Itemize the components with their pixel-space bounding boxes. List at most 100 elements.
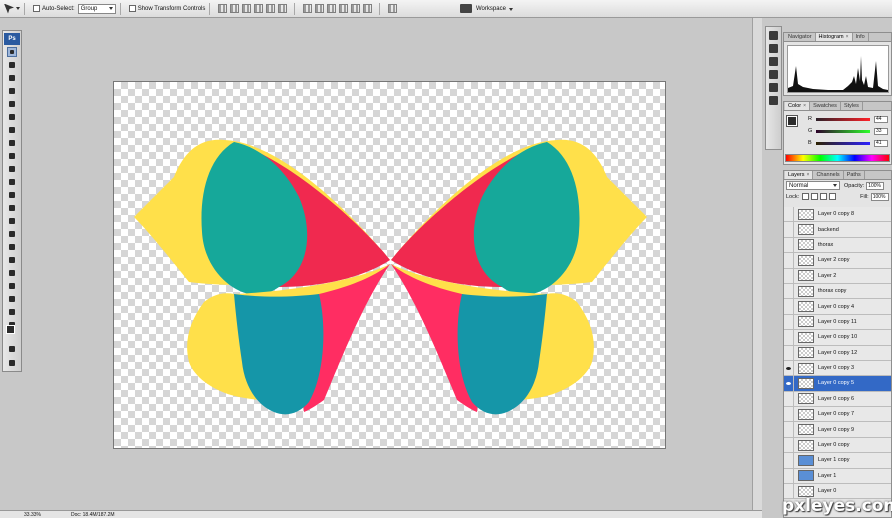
layer-row[interactable]: thorax copy	[784, 283, 891, 300]
auto-select-checkbox[interactable]	[33, 5, 40, 12]
tab-styles[interactable]: Styles	[841, 102, 863, 110]
pen-tool-icon[interactable]	[7, 229, 17, 239]
notes-tool-icon[interactable]	[7, 281, 17, 291]
document-canvas[interactable]	[113, 81, 666, 449]
quick-selection-tool-icon[interactable]	[7, 86, 17, 96]
character-icon[interactable]	[769, 83, 778, 92]
type-tool-icon[interactable]	[7, 242, 17, 252]
distribute-left-icon[interactable]	[339, 4, 349, 13]
distribute-hcenter-icon[interactable]	[351, 4, 361, 13]
canvas-vertical-divider[interactable]	[752, 18, 762, 510]
layer-row[interactable]: Layer 1	[784, 468, 891, 485]
move-tool-icon[interactable]	[7, 47, 17, 57]
align-top-icon[interactable]	[218, 4, 228, 13]
visibility-eye-icon[interactable]	[784, 222, 794, 237]
tools-preset-icon[interactable]	[769, 31, 778, 40]
lock-all-icon[interactable]	[829, 193, 837, 200]
visibility-eye-icon[interactable]	[784, 422, 794, 437]
color-spectrum-bar[interactable]	[785, 154, 890, 162]
gradient-tool-icon[interactable]	[7, 190, 17, 200]
layer-row[interactable]: Layer 0 copy	[784, 437, 891, 454]
visibility-eye-icon[interactable]	[784, 468, 794, 484]
tab-layers[interactable]: Layers ×	[785, 171, 814, 179]
layer-row[interactable]: Layer 0 copy 4	[784, 299, 891, 315]
dodge-tool-icon[interactable]	[7, 216, 17, 226]
clone-source-icon[interactable]	[769, 57, 778, 66]
visibility-eye-icon[interactable]	[784, 253, 794, 268]
lock-position-icon[interactable]	[820, 193, 828, 200]
layer-row[interactable]: Layer 0 copy 10	[784, 330, 891, 346]
red-slider[interactable]	[816, 117, 870, 121]
tab-color[interactable]: Color ×	[785, 102, 811, 110]
tab-navigator[interactable]: Navigator	[785, 33, 816, 41]
visibility-eye-icon[interactable]	[784, 237, 794, 253]
foreground-color-swatch[interactable]	[6, 325, 15, 334]
layer-row[interactable]: Layer 0 copy 9	[784, 422, 891, 438]
layer-row[interactable]: Layer 2 copy	[784, 253, 891, 269]
clone-stamp-icon[interactable]	[7, 151, 17, 161]
visibility-eye-icon[interactable]	[784, 283, 794, 299]
distribute-vcenter-icon[interactable]	[315, 4, 325, 13]
path-selection-icon[interactable]	[7, 255, 17, 265]
layer-row[interactable]: Layer 0 copy 7	[784, 407, 891, 423]
paragraph-icon[interactable]	[769, 96, 778, 105]
layer-row[interactable]: backend	[784, 222, 891, 238]
visibility-eye-icon[interactable]	[784, 299, 794, 314]
visibility-eye-icon[interactable]	[784, 360, 794, 376]
tab-swatches[interactable]: Swatches	[810, 102, 841, 110]
align-left-icon[interactable]	[254, 4, 264, 13]
auto-align-icon[interactable]	[388, 4, 398, 13]
close-icon[interactable]: ×	[803, 103, 806, 109]
visibility-eye-icon[interactable]	[784, 345, 794, 360]
tab-paths[interactable]: Paths	[844, 171, 865, 179]
tab-histogram[interactable]: Histogram ×	[815, 33, 853, 41]
layer-row[interactable]: Layer 0 copy 8	[784, 207, 891, 223]
blue-slider[interactable]	[816, 141, 870, 145]
opacity-input[interactable]: 100%	[866, 181, 885, 190]
photoshop-logo[interactable]: Ps	[4, 33, 20, 45]
lock-transparency-icon[interactable]	[802, 193, 810, 200]
fill-input[interactable]: 100%	[870, 192, 889, 201]
visibility-eye-icon[interactable]	[784, 268, 794, 283]
marquee-tool-icon[interactable]	[7, 60, 17, 70]
history-icon[interactable]	[769, 70, 778, 79]
align-right-icon[interactable]	[278, 4, 288, 13]
distribute-right-icon[interactable]	[363, 4, 373, 13]
blur-tool-icon[interactable]	[7, 203, 17, 213]
visibility-eye-icon[interactable]	[784, 376, 794, 391]
visibility-eye-icon[interactable]	[784, 453, 794, 468]
layer-row[interactable]: Layer 0 copy 12	[784, 345, 891, 361]
color-foreground-swatch[interactable]	[786, 115, 798, 127]
shape-tool-icon[interactable]	[7, 268, 17, 278]
lock-image-icon[interactable]	[811, 193, 819, 200]
eraser-tool-icon[interactable]	[7, 177, 17, 187]
align-vcenter-icon[interactable]	[230, 4, 240, 13]
history-brush-icon[interactable]	[7, 164, 17, 174]
tab-channels[interactable]: Channels	[813, 171, 844, 179]
auto-select-control[interactable]: Auto-Select: Group	[33, 2, 116, 16]
screen-mode-icon[interactable]	[7, 358, 17, 368]
doc-info[interactable]: Doc: 18.4M/187.2M	[71, 512, 115, 518]
green-value-input[interactable]: 33	[874, 127, 888, 135]
layer-row[interactable]: Layer 0 copy 3	[784, 360, 891, 377]
slice-tool-icon[interactable]	[7, 112, 17, 122]
visibility-eye-icon[interactable]	[784, 207, 794, 222]
healing-brush-icon[interactable]	[7, 125, 17, 135]
layer-row[interactable]: thorax	[784, 237, 891, 254]
move-tool-preset[interactable]	[4, 2, 20, 16]
workspace-button[interactable]: Workspace	[476, 3, 513, 15]
visibility-eye-icon[interactable]	[784, 314, 794, 330]
hand-tool-icon[interactable]	[7, 307, 17, 317]
transform-checkbox[interactable]	[128, 5, 136, 12]
blend-mode-dropdown[interactable]: Normal	[786, 181, 840, 190]
crop-tool-icon[interactable]	[7, 99, 17, 109]
distribute-bottom-icon[interactable]	[327, 4, 337, 13]
align-bottom-icon[interactable]	[242, 4, 252, 13]
layer-row[interactable]: Layer 0 copy 5	[784, 376, 891, 392]
zoom-level[interactable]: 33.33%	[24, 512, 41, 518]
visibility-eye-icon[interactable]	[784, 407, 794, 422]
layer-row[interactable]: Layer 0 copy 6	[784, 391, 891, 408]
transform-controls[interactable]: Show Transform Controls	[128, 2, 205, 16]
brushes-icon[interactable]	[769, 44, 778, 53]
quick-mask-icon[interactable]	[7, 344, 17, 354]
